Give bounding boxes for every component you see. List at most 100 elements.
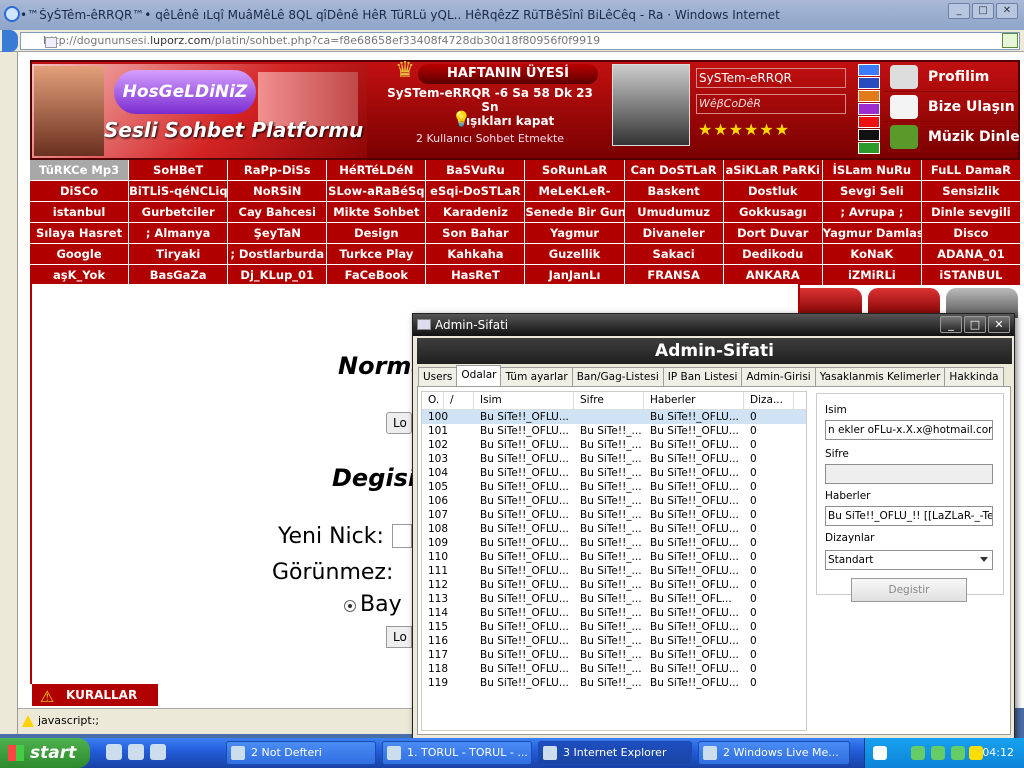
room-link[interactable]: SLow-aRaBéSq xyxy=(327,181,426,201)
room-link[interactable]: istanbul xyxy=(30,202,129,222)
theme-swatch-purple[interactable] xyxy=(858,103,880,115)
room-link[interactable]: SoHBeT xyxy=(129,160,228,180)
room-link[interactable]: BaSVuRu xyxy=(426,160,525,180)
col-isim[interactable]: Isim xyxy=(474,392,574,409)
room-link[interactable]: Dedikodu xyxy=(723,244,822,264)
security-icon[interactable] xyxy=(969,746,983,760)
table-row[interactable]: 102 Bu SiTe!!_OFLU... Bu SiTe!!_... Bu SiTe… xyxy=(422,438,806,452)
room-link[interactable]: ; Dostlarburda xyxy=(228,244,327,264)
room-link[interactable]: BiTLiS-qéNCLiq xyxy=(129,181,228,201)
lights-off-link[interactable]: ışıkları kapat xyxy=(466,114,554,128)
room-link[interactable]: Sılaya Hasret xyxy=(30,223,129,243)
task-messenger[interactable]: 2 Windows Live Me... xyxy=(698,741,850,765)
table-row[interactable]: 106 Bu SiTe!!_OFLU... Bu SiTe!!_... Bu SiTe… xyxy=(422,494,806,508)
minimize-button[interactable]: _ xyxy=(948,3,970,19)
url-field[interactable]: http://dogununsesi.luporz.com/platin/soh… xyxy=(20,32,1020,50)
dialog-close-button[interactable]: ✕ xyxy=(988,316,1010,333)
room-link[interactable]: eSqi-DoSTLaR xyxy=(426,181,525,201)
col-o[interactable]: O. xyxy=(422,392,444,409)
dialog-maximize-button[interactable]: □ xyxy=(964,316,986,333)
messenger-tray-icon-2[interactable] xyxy=(931,746,945,760)
gender-radio-bay[interactable] xyxy=(344,600,356,612)
col-dizayn[interactable]: Diza... xyxy=(744,392,794,409)
room-link[interactable]: Baskent xyxy=(624,181,723,201)
room-link[interactable]: aSiKLaR PaRKi xyxy=(723,160,822,180)
room-link[interactable]: KoNaK xyxy=(822,244,921,264)
room-link[interactable]: Dj_KLup_01 xyxy=(228,265,327,285)
room-link[interactable]: Mikte Sohbet xyxy=(327,202,426,222)
theme-swatch-green[interactable] xyxy=(858,142,880,154)
rooms-list[interactable]: O. / Isim Sifre Haberler Diza... 100 Bu S… xyxy=(421,391,807,731)
room-link[interactable]: RaPp-DiSs xyxy=(228,160,327,180)
room-link[interactable]: FRANSA xyxy=(624,265,723,285)
login-button[interactable]: Lo xyxy=(386,412,412,434)
table-row[interactable]: 117 Bu SiTe!!_OFLU... Bu SiTe!!_... Bu SiTe… xyxy=(422,648,806,662)
task-ie[interactable]: 3 Internet Explorer xyxy=(538,741,692,765)
tab-yasaklanmis-kelimerler[interactable]: Yasaklanmis Kelimerler xyxy=(814,367,946,386)
room-link[interactable]: Yagmur Damlası xyxy=(822,223,921,243)
room-link[interactable]: Kahkaha xyxy=(426,244,525,264)
table-row[interactable]: 104 Bu SiTe!!_OFLU... Bu SiTe!!_... Bu SiTe… xyxy=(422,466,806,480)
room-link[interactable]: Cay Bahcesi xyxy=(228,202,327,222)
task-torul[interactable]: 1. TORUL - TORUL - ... xyxy=(382,741,532,765)
table-row[interactable]: 110 Bu SiTe!!_OFLU... Bu SiTe!!_... Bu SiTe… xyxy=(422,550,806,564)
col-sort[interactable]: / xyxy=(444,392,474,409)
room-link[interactable]: Senede Bir Gun xyxy=(525,202,624,222)
room-link[interactable]: Google xyxy=(30,244,129,264)
tab-admin-girisi[interactable]: Admin-Girisi xyxy=(741,367,816,386)
room-link[interactable]: ; Avrupa ; xyxy=(822,202,921,222)
tab-ban-gag-listesi[interactable]: Ban/Gag-Listesi xyxy=(571,367,664,386)
room-link[interactable]: Design xyxy=(327,223,426,243)
room-link[interactable]: ; Almanya xyxy=(129,223,228,243)
room-link[interactable]: TüRKCe Mp3 xyxy=(30,160,129,180)
room-link[interactable]: İSLam NuRu xyxy=(822,160,921,180)
room-link[interactable]: HéRTéLDéN xyxy=(327,160,426,180)
start-button[interactable]: start xyxy=(0,738,90,768)
theme-swatch-navy[interactable] xyxy=(858,77,880,89)
room-link[interactable]: JanJanLı xyxy=(525,265,624,285)
room-link[interactable]: DiSCo xyxy=(30,181,129,201)
table-row[interactable]: 103 Bu SiTe!!_OFLU... Bu SiTe!!_... Bu SiTe… xyxy=(422,452,806,466)
refresh-icon[interactable] xyxy=(1002,33,1018,48)
theme-swatch-orange[interactable] xyxy=(858,90,880,102)
table-row[interactable]: 109 Bu SiTe!!_OFLU... Bu SiTe!!_... Bu SiTe… xyxy=(422,536,806,550)
table-row[interactable]: 114 Bu SiTe!!_OFLU... Bu SiTe!!_... Bu SiTe… xyxy=(422,606,806,620)
table-row[interactable]: 115 Bu SiTe!!_OFLU... Bu SiTe!!_... Bu SiTe… xyxy=(422,620,806,634)
room-link[interactable]: Divaneler xyxy=(624,223,723,243)
task-notepad[interactable]: 2 Not Defteri xyxy=(226,741,376,765)
haberler-input[interactable]: Bu SiTe!!_OFLU_!! [[LaZLaR-_-Tea xyxy=(825,506,993,526)
help-icon[interactable] xyxy=(873,746,887,760)
profile-link[interactable]: Profilim xyxy=(884,62,1020,92)
room-link[interactable]: ANKARA xyxy=(723,265,822,285)
room-link[interactable]: FaCeBook xyxy=(327,265,426,285)
ie-icon[interactable] xyxy=(150,744,166,760)
tab-odalar[interactable]: Odalar xyxy=(456,365,502,386)
room-link[interactable]: ADANA_01 xyxy=(921,244,1020,264)
isim-input[interactable]: n ekler oFLu-x.X.x@hotmail.com> xyxy=(825,420,993,440)
table-row[interactable]: 112 Bu SiTe!!_OFLU... Bu SiTe!!_... Bu SiTe… xyxy=(422,578,806,592)
room-link[interactable]: Son Bahar xyxy=(426,223,525,243)
room-link[interactable]: Dinle sevgili xyxy=(921,202,1020,222)
sifre-input[interactable] xyxy=(825,464,993,484)
contact-link[interactable]: Bize Ulaşın xyxy=(884,92,1020,122)
tab-ip-ban-listesi[interactable]: IP Ban Listesi xyxy=(662,367,743,386)
room-link[interactable]: Sakaci xyxy=(624,244,723,264)
theme-swatch-red[interactable] xyxy=(858,116,880,128)
room-link[interactable]: iSTANBUL xyxy=(921,265,1020,285)
room-link[interactable]: Turkce Play xyxy=(327,244,426,264)
room-link[interactable]: Dort Duvar xyxy=(723,223,822,243)
tab-t-m-ayarlar[interactable]: Tüm ayarlar xyxy=(500,367,573,386)
room-link[interactable]: iZMiRLi xyxy=(822,265,921,285)
room-link[interactable]: aşK_Yok xyxy=(30,265,129,285)
table-row[interactable]: 105 Bu SiTe!!_OFLU... Bu SiTe!!_... Bu SiTe… xyxy=(422,480,806,494)
room-link[interactable]: Dostluk xyxy=(723,181,822,201)
table-row[interactable]: 107 Bu SiTe!!_OFLU... Bu SiTe!!_... Bu SiTe… xyxy=(422,508,806,522)
room-link[interactable]: SoRunLaR xyxy=(525,160,624,180)
messenger-tray-icon-3[interactable] xyxy=(951,746,965,760)
messenger-icon[interactable] xyxy=(128,744,144,760)
room-link[interactable]: BasGaZa xyxy=(129,265,228,285)
room-link[interactable]: ŞeyTaN xyxy=(228,223,327,243)
table-row[interactable]: 119 Bu SiTe!!_OFLU... Bu SiTe!!_... Bu SiTe… xyxy=(422,676,806,690)
table-row[interactable]: 100 Bu SiTe!!_OFLU... Bu SiTe!!_OFLU... 0 xyxy=(422,410,806,424)
room-link[interactable]: Sensizlik xyxy=(921,181,1020,201)
